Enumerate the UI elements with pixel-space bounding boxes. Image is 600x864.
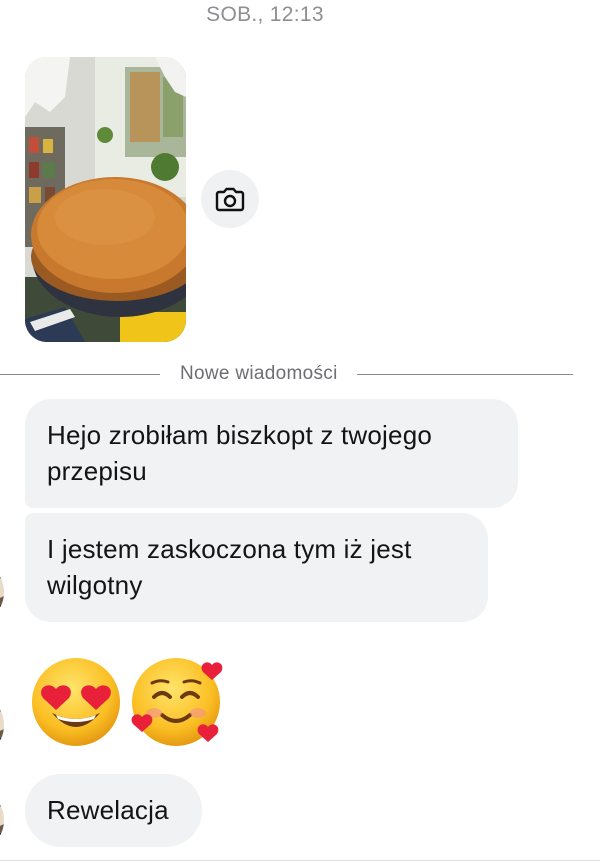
new-messages-divider: Nowe wiadomości <box>0 362 573 386</box>
message-bubble[interactable]: Hejo zrobiłam biszkopt z twojego przepis… <box>25 399 518 508</box>
divider-line-left <box>0 373 160 375</box>
message-bubble[interactable]: I jestem zaskoczona tym iż jest wilgotny <box>25 513 488 622</box>
message-text: Rewelacja <box>47 795 169 825</box>
share-photo-button[interactable] <box>201 170 259 228</box>
sender-avatar[interactable] <box>0 705 4 745</box>
sponge-cake-photo <box>25 57 186 342</box>
divider-label: Nowe wiadomości <box>180 363 338 384</box>
divider-line-right <box>356 373 573 375</box>
smiling-face-with-heart-eyes-icon <box>32 658 120 746</box>
emoji-row <box>32 658 223 746</box>
message-text: I jestem zaskoczona tym iż jest wilgotny <box>47 534 412 600</box>
conversation-timestamp: SOB., 12:13 <box>206 3 324 26</box>
sender-avatar[interactable] <box>0 800 4 840</box>
message-bubble[interactable]: Rewelacja <box>25 774 202 847</box>
bottom-divider <box>0 860 600 861</box>
emoji-message[interactable] <box>30 655 230 755</box>
camera-icon <box>215 187 245 212</box>
photo-message[interactable] <box>25 57 186 342</box>
sender-avatar[interactable] <box>0 572 4 612</box>
smiling-face-with-hearts-icon <box>131 658 223 746</box>
message-text: Hejo zrobiłam biszkopt z twojego przepis… <box>47 420 433 486</box>
